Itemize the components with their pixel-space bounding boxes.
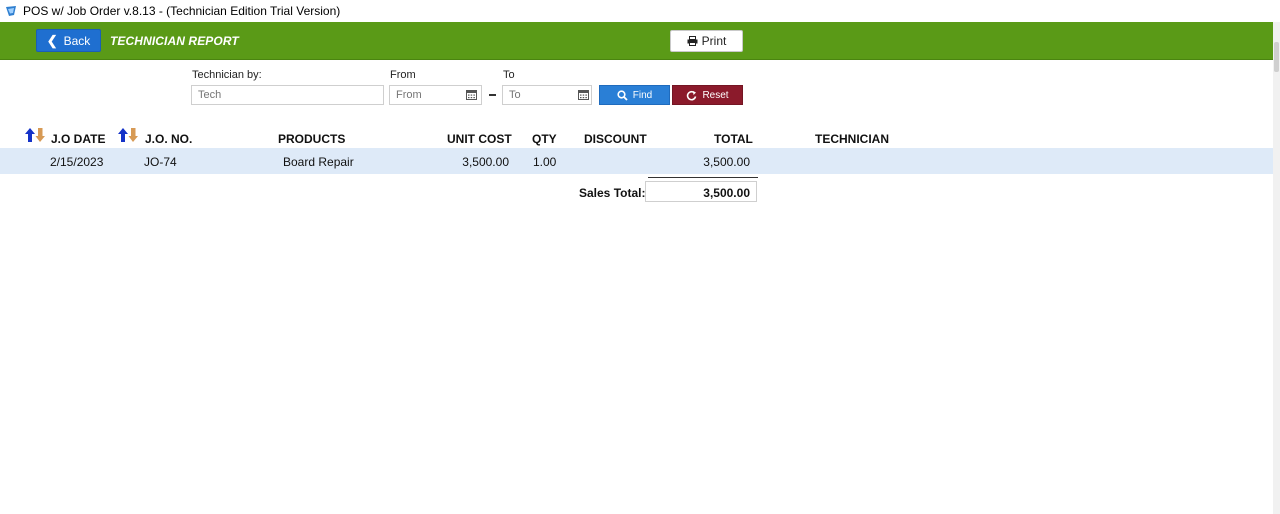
- find-button-label: Find: [632, 89, 653, 101]
- header-discount: DISCOUNT: [584, 132, 647, 146]
- calendar-icon[interactable]: [578, 90, 589, 100]
- window-titlebar: POS w/ Job Order v.8.13 - (Technician Ed…: [0, 0, 1280, 22]
- cell-qty: 1.00: [533, 155, 557, 169]
- cell-product: Board Repair: [283, 155, 354, 169]
- sort-icon[interactable]: [118, 127, 140, 143]
- from-label: From: [390, 69, 416, 81]
- header-jo-no[interactable]: J.O. NO.: [145, 132, 192, 146]
- app-icon: [6, 6, 16, 16]
- scrollbar-thumb[interactable]: [1274, 42, 1279, 72]
- technician-label: Technician by:: [192, 69, 262, 81]
- cell-jo-no: JO-74: [144, 155, 177, 169]
- header-total: TOTAL: [714, 132, 753, 146]
- cell-unit-cost: 3,500.00: [462, 155, 509, 169]
- print-button-label: Print: [701, 34, 727, 48]
- vertical-scrollbar[interactable]: [1273, 22, 1280, 514]
- technician-input[interactable]: [191, 85, 384, 105]
- header-unit-cost: UNIT COST: [447, 132, 512, 146]
- header-jo-date[interactable]: J.O DATE: [51, 132, 105, 146]
- print-button[interactable]: Print: [670, 30, 743, 52]
- find-button[interactable]: Find: [599, 85, 670, 105]
- reset-icon: [687, 90, 697, 100]
- cell-jo-date: 2/15/2023: [50, 155, 104, 169]
- calendar-icon[interactable]: [466, 90, 477, 100]
- printer-icon: [687, 36, 698, 46]
- to-label: To: [503, 69, 515, 81]
- sort-icon[interactable]: [25, 127, 47, 143]
- table-row[interactable]: [0, 148, 1273, 174]
- back-button-label: Back: [63, 33, 91, 48]
- header-qty: QTY: [532, 132, 557, 146]
- sales-total-value: 3,500.00: [645, 181, 757, 202]
- sales-total-label: Sales Total:: [579, 186, 646, 200]
- back-button[interactable]: ❮ Back: [36, 29, 101, 52]
- cell-total: 3,500.00: [703, 155, 750, 169]
- header-technician: TECHNICIAN: [815, 132, 889, 146]
- page-title: TECHNICIAN REPORT: [110, 34, 239, 48]
- date-range-dash: [489, 94, 496, 96]
- header-products: PRODUCTS: [278, 132, 346, 146]
- search-icon: [617, 89, 628, 101]
- total-divider: [648, 177, 758, 178]
- reset-button-label: Reset: [702, 89, 729, 101]
- toolbar: ❮ Back TECHNICIAN REPORT Print: [0, 22, 1273, 60]
- reset-button[interactable]: Reset: [672, 85, 743, 105]
- chevron-left-icon: ❮: [46, 32, 58, 48]
- window-title: POS w/ Job Order v.8.13 - (Technician Ed…: [23, 4, 341, 18]
